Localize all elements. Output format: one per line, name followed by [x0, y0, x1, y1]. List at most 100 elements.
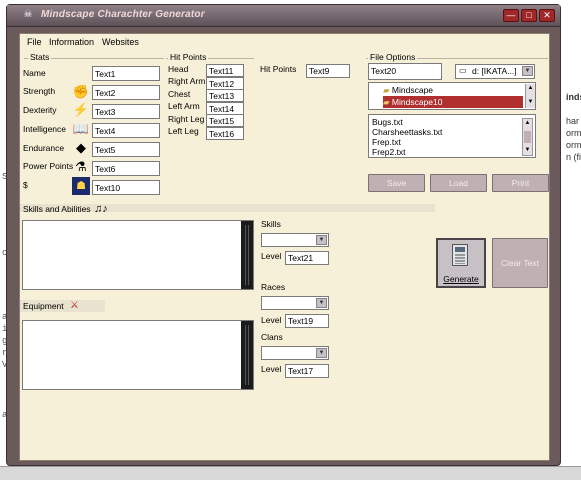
app-icon: ☠	[23, 9, 33, 20]
intelligence-field[interactable]: Text4	[92, 123, 160, 138]
clans-label: Clans	[261, 332, 283, 342]
save-button[interactable]: Save	[368, 174, 425, 192]
book-icon: 📖	[72, 121, 90, 136]
dexterity-field[interactable]: Text3	[92, 104, 160, 119]
menu-information[interactable]: Information	[49, 37, 94, 47]
endurance-field[interactable]: Text5	[92, 142, 160, 157]
left-leg-field[interactable]: Text16	[206, 127, 244, 140]
fist-icon: ✊	[72, 84, 90, 99]
coins-icon: ☗	[72, 177, 90, 195]
right-leg-label: Right Leg	[168, 114, 205, 124]
scroll-up-icon[interactable]: ▲	[523, 119, 532, 128]
potion-icon: ⚗	[75, 159, 87, 174]
window-title: Mindscape Charachter Generator	[41, 9, 205, 20]
bg-statusbar	[0, 466, 581, 480]
app-window: ☠ Mindscape Charachter Generator — □ ✕ F…	[6, 4, 561, 466]
skills-select[interactable]: ▼	[261, 233, 329, 247]
chevron-down-icon[interactable]: ▼	[316, 235, 327, 245]
print-button[interactable]: Print	[492, 174, 549, 192]
clans-select[interactable]: ▼	[261, 346, 329, 360]
drive-select[interactable]: ▭ d: [IKATA...] ▼	[455, 64, 535, 79]
folder-list[interactable]: ▰ Mindscape ▰ Mindscape10 ▲ ▼	[368, 82, 536, 110]
strength-field[interactable]: Text2	[92, 85, 160, 100]
filename-field[interactable]: Text20	[368, 63, 442, 80]
races-label: Races	[261, 282, 286, 292]
skills-section-label: Skills and Abilities	[23, 204, 91, 214]
scroll-track	[245, 325, 249, 385]
chevron-down-icon[interactable]: ▼	[316, 298, 327, 308]
scroll-down-icon[interactable]: ▼	[526, 98, 535, 106]
bg-text: har	[566, 116, 580, 126]
file-item[interactable]: Bugs.txt	[372, 117, 403, 127]
clans-level-label: Level	[261, 364, 282, 374]
scroll-down-icon[interactable]: ▼	[523, 146, 532, 155]
races-level-label: Level	[261, 315, 282, 325]
title-bar[interactable]: ☠ Mindscape Charachter Generator — □ ✕	[7, 5, 560, 27]
chevron-down-icon[interactable]: ▼	[522, 66, 533, 76]
money-field[interactable]: Text10	[92, 180, 160, 195]
sword-icon: ⚔	[70, 300, 79, 311]
minimize-button[interactable]: —	[503, 9, 519, 22]
skills-level-label: Level	[261, 251, 282, 261]
calculator-icon	[452, 244, 468, 266]
equipment-textarea-scrollbar[interactable]	[241, 321, 253, 389]
scroll-thumb[interactable]	[524, 131, 531, 143]
clans-level-field[interactable]: Text17	[285, 364, 329, 378]
file-item[interactable]: Frep2.txt	[372, 147, 406, 157]
equipment-section-label: Equipment	[23, 301, 64, 311]
clear-text-button[interactable]: Clear Text	[492, 238, 548, 288]
stats-group-label: Stats	[28, 52, 52, 62]
generate-button[interactable]: Generate	[436, 238, 486, 288]
scroll-up-icon[interactable]: ▲	[526, 84, 535, 92]
file-item[interactable]: Charsheettasks.txt	[372, 127, 442, 137]
close-button[interactable]: ✕	[539, 9, 555, 22]
total-hitpoints-field[interactable]: Text9	[306, 64, 350, 78]
right-leg-field[interactable]: Text15	[206, 114, 244, 127]
drive-select-value: d: [IKATA...]	[472, 66, 517, 76]
skills-textarea[interactable]	[22, 220, 254, 290]
shield-icon: ◆	[76, 140, 86, 155]
left-arm-label: Left Arm	[168, 101, 200, 111]
head-field[interactable]: Text11	[206, 64, 244, 77]
music-notes-icon: ♫♪	[94, 203, 108, 215]
name-field[interactable]: Text1	[92, 66, 160, 81]
bg-text: inds	[566, 92, 581, 102]
folder-list-scrollbar[interactable]: ▲ ▼	[525, 84, 535, 108]
endurance-label: Endurance	[23, 143, 65, 153]
menu-websites[interactable]: Websites	[102, 37, 139, 47]
power-points-label: Power Points	[23, 161, 74, 171]
folder-item-selected[interactable]: ▰ Mindscape10	[383, 96, 523, 108]
left-leg-label: Left Leg	[168, 126, 199, 136]
skills-label: Skills	[261, 219, 281, 229]
equipment-textarea[interactable]	[22, 320, 254, 390]
power-points-field[interactable]: Text6	[92, 161, 160, 176]
strength-label: Strength	[23, 86, 56, 96]
head-label: Head	[168, 64, 189, 74]
races-level-field[interactable]: Text19	[285, 314, 329, 328]
intelligence-label: Intelligence	[23, 124, 67, 134]
bg-text: n (fi	[566, 152, 581, 162]
folder-icon: ▰	[383, 97, 390, 107]
name-label: Name	[23, 68, 46, 78]
maximize-button[interactable]: □	[521, 9, 537, 22]
skills-textarea-scrollbar[interactable]	[241, 221, 253, 289]
load-button[interactable]: Load	[430, 174, 487, 192]
skills-level-field[interactable]: Text21	[285, 251, 329, 265]
total-hitpoints-label: Hit Points	[260, 64, 297, 74]
folder-item[interactable]: ▰ Mindscape	[383, 85, 523, 96]
races-select[interactable]: ▼	[261, 296, 329, 310]
chest-label: Chest	[168, 89, 191, 99]
file-item[interactable]: Frep.txt	[372, 137, 401, 147]
file-list-scrollbar[interactable]: ▲ ▼	[522, 118, 533, 156]
lightning-icon: ⚡	[72, 102, 90, 117]
chevron-down-icon[interactable]: ▼	[316, 348, 327, 358]
menu-bar: File Information Websites	[20, 34, 549, 50]
scroll-track	[245, 225, 249, 285]
fileoptions-group-label: File Options	[368, 52, 418, 62]
chest-field[interactable]: Text13	[206, 89, 244, 102]
file-list[interactable]: Bugs.txt Charsheettasks.txt Frep.txt Fre…	[368, 114, 536, 158]
money-label: $	[23, 180, 28, 190]
menu-file[interactable]: File	[27, 37, 42, 47]
dexterity-label: Dexterity	[23, 105, 57, 115]
bg-text: orm	[566, 140, 581, 150]
